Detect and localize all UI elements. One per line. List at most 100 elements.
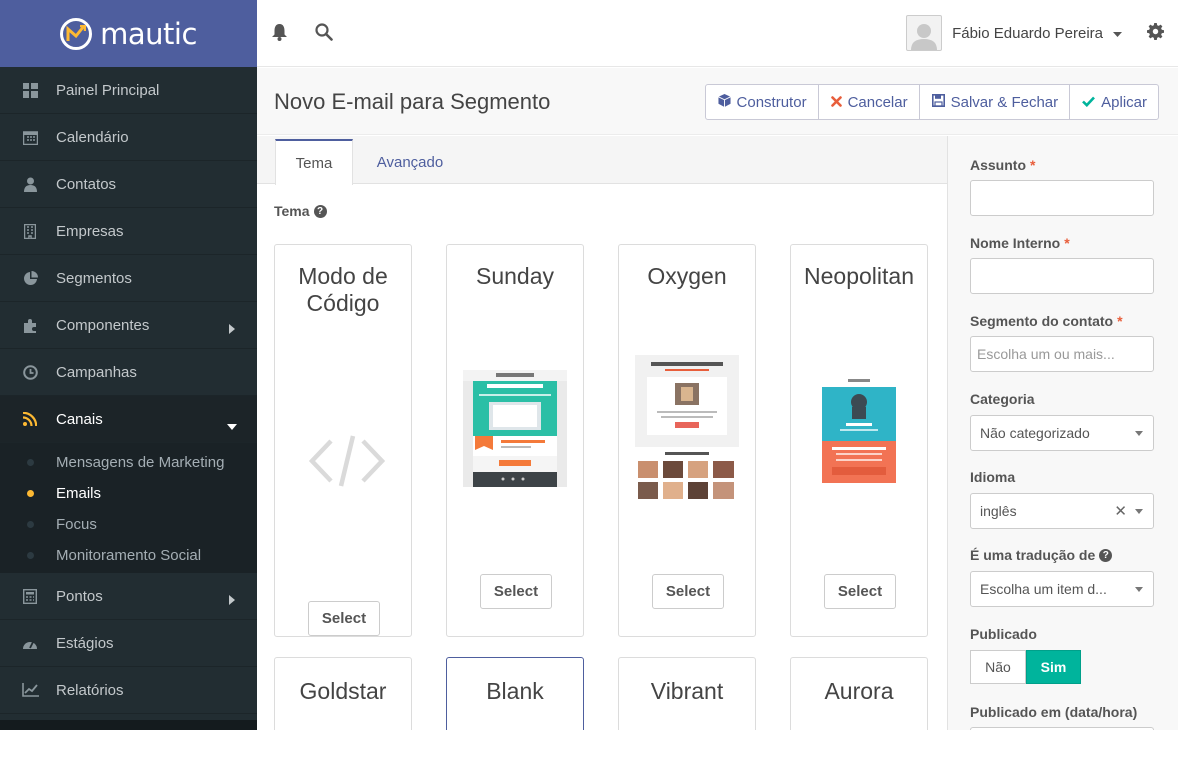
sidebar-item-label: Canais bbox=[56, 410, 103, 428]
theme-select-button[interactable]: Select bbox=[652, 574, 724, 609]
submenu-item-marketing-messages[interactable]: Mensagens de Marketing bbox=[0, 447, 257, 478]
top-bar: Fábio Eduardo Pereira bbox=[257, 0, 1178, 67]
sidebar-item-label: Campanhas bbox=[56, 363, 137, 381]
apply-button[interactable]: Aplicar bbox=[1070, 85, 1158, 119]
page-header: Novo E-mail para Segmento Construtor Can… bbox=[257, 68, 1178, 135]
chevron-down-icon bbox=[1135, 509, 1143, 514]
sidebar-item-stages[interactable]: Estágios bbox=[0, 620, 257, 667]
submenu-item-label: Mensagens de Marketing bbox=[56, 454, 225, 471]
tachometer-icon bbox=[0, 637, 56, 650]
close-icon bbox=[830, 94, 842, 111]
sidebar-item-contacts[interactable]: Contatos bbox=[0, 161, 257, 208]
theme-card-title: Blank bbox=[486, 678, 544, 704]
language-value: inglês bbox=[980, 503, 1017, 519]
save-close-button-label: Salvar & Fechar bbox=[950, 93, 1059, 111]
code-icon bbox=[308, 435, 386, 492]
sidebar-item-label: Segmentos bbox=[56, 269, 132, 287]
sidebar-item-companies[interactable]: Empresas bbox=[0, 208, 257, 255]
builder-button-label: Construtor bbox=[736, 93, 807, 111]
submenu-item-social-monitoring[interactable]: Monitoramento Social bbox=[0, 540, 257, 571]
question-circle-icon[interactable]: ? bbox=[1099, 548, 1113, 562]
brand-logo[interactable]: mautic bbox=[0, 0, 257, 67]
cancel-button[interactable]: Cancelar bbox=[819, 85, 920, 119]
theme-select-button[interactable]: Select bbox=[308, 601, 380, 636]
apply-button-label: Aplicar bbox=[1101, 93, 1147, 111]
clear-icon[interactable]: ✕ bbox=[1114, 502, 1127, 520]
sunday-theme-preview bbox=[463, 370, 567, 492]
rss-icon bbox=[0, 412, 56, 426]
pie-chart-icon bbox=[0, 270, 56, 286]
search-icon[interactable] bbox=[315, 23, 333, 46]
subject-label-text: Assunto bbox=[970, 157, 1026, 173]
internal-name-label-text: Nome Interno bbox=[970, 235, 1061, 251]
question-circle-icon[interactable]: ? bbox=[313, 204, 327, 218]
translation-select[interactable]: Escolha um item d... bbox=[970, 571, 1154, 607]
caret-down-icon bbox=[227, 417, 237, 435]
sidebar-item-label: Componentes bbox=[56, 316, 150, 334]
theme-card-title: Neopolitan bbox=[804, 263, 914, 289]
internal-name-label: Nome Interno * bbox=[970, 235, 1070, 251]
submenu-item-label: Monitoramento Social bbox=[56, 547, 202, 564]
bullet-icon bbox=[27, 459, 34, 466]
cube-icon bbox=[717, 93, 731, 111]
theme-card-vibrant[interactable]: Vibrant bbox=[618, 657, 756, 730]
required-mark: * bbox=[1064, 235, 1070, 251]
theme-select-button[interactable]: Select bbox=[480, 574, 552, 609]
theme-select-button[interactable]: Select bbox=[824, 574, 896, 609]
email-form-main: Tema Avançado Tema ? Modo de Código Sele… bbox=[257, 136, 947, 730]
theme-card-aurora[interactable]: Aurora bbox=[790, 657, 928, 730]
chevron-down-icon bbox=[1135, 431, 1143, 436]
tab-advanced[interactable]: Avançado bbox=[365, 139, 455, 185]
caret-down-icon bbox=[1113, 24, 1122, 42]
submenu-item-emails[interactable]: Emails bbox=[0, 478, 257, 509]
save-close-button[interactable]: Salvar & Fechar bbox=[920, 85, 1071, 119]
category-label: Categoria bbox=[970, 391, 1035, 407]
published-yes-option[interactable]: Sim bbox=[1026, 650, 1081, 684]
theme-card-code-mode[interactable]: Modo de Código Select bbox=[274, 244, 412, 637]
sidebar-item-label: Relatórios bbox=[56, 681, 124, 699]
bell-icon[interactable] bbox=[271, 23, 288, 46]
subject-input[interactable] bbox=[970, 180, 1154, 216]
submenu-item-focus[interactable]: Focus bbox=[0, 509, 257, 540]
theme-card-neopolitan[interactable]: Neopolitan Select bbox=[790, 244, 928, 637]
segment-multiselect[interactable]: Escolha um ou mais... bbox=[970, 336, 1154, 372]
subject-label: Assunto * bbox=[970, 157, 1035, 173]
submenu-item-label: Emails bbox=[56, 485, 102, 502]
mautic-logo-icon bbox=[60, 17, 93, 50]
language-select[interactable]: inglês ✕ bbox=[970, 493, 1154, 529]
dashboard-icon bbox=[0, 82, 56, 98]
theme-card-title: Vibrant bbox=[650, 678, 724, 704]
clock-icon bbox=[0, 364, 56, 380]
building-icon bbox=[0, 223, 56, 239]
theme-section-title: Tema bbox=[274, 203, 310, 219]
internal-name-input[interactable] bbox=[970, 258, 1154, 294]
sidebar-item-components[interactable]: Componentes bbox=[0, 302, 257, 349]
gear-icon[interactable] bbox=[1147, 23, 1164, 45]
required-mark: * bbox=[1117, 313, 1123, 329]
active-bullet-icon bbox=[27, 490, 34, 497]
theme-card-goldstar[interactable]: Goldstar bbox=[274, 657, 412, 730]
sidebar-item-calendar[interactable]: Calendário bbox=[0, 114, 257, 161]
sidebar-item-reports[interactable]: Relatórios bbox=[0, 667, 257, 714]
sidebar-item-segments[interactable]: Segmentos bbox=[0, 255, 257, 302]
sidebar-item-campaigns[interactable]: Campanhas bbox=[0, 349, 257, 396]
user-menu[interactable]: Fábio Eduardo Pereira bbox=[906, 15, 1122, 51]
tab-theme[interactable]: Tema bbox=[275, 139, 353, 185]
required-mark: * bbox=[1030, 157, 1036, 173]
published-no-option[interactable]: Não bbox=[970, 650, 1026, 684]
theme-card-oxygen[interactable]: Oxygen Select bbox=[618, 244, 756, 637]
translation-label-text: É uma tradução de bbox=[970, 547, 1096, 563]
theme-card-blank[interactable]: Blank bbox=[446, 657, 584, 730]
submenu-item-label: Focus bbox=[56, 516, 97, 533]
builder-button[interactable]: Construtor bbox=[706, 85, 819, 119]
category-select[interactable]: Não categorizado bbox=[970, 415, 1154, 451]
calculator-icon bbox=[0, 588, 56, 604]
sidebar-item-channels[interactable]: Canais bbox=[0, 396, 257, 443]
theme-card-sunday[interactable]: Sunday Select bbox=[446, 244, 584, 637]
published-toggle: Não Sim bbox=[970, 650, 1081, 684]
channels-submenu: Mensagens de Marketing Emails Focus Moni… bbox=[0, 443, 257, 573]
save-icon bbox=[931, 93, 945, 111]
sidebar-item-dashboard[interactable]: Painel Principal bbox=[0, 67, 257, 114]
theme-section-label: Tema ? bbox=[274, 203, 327, 219]
sidebar-item-points[interactable]: Pontos bbox=[0, 573, 257, 620]
